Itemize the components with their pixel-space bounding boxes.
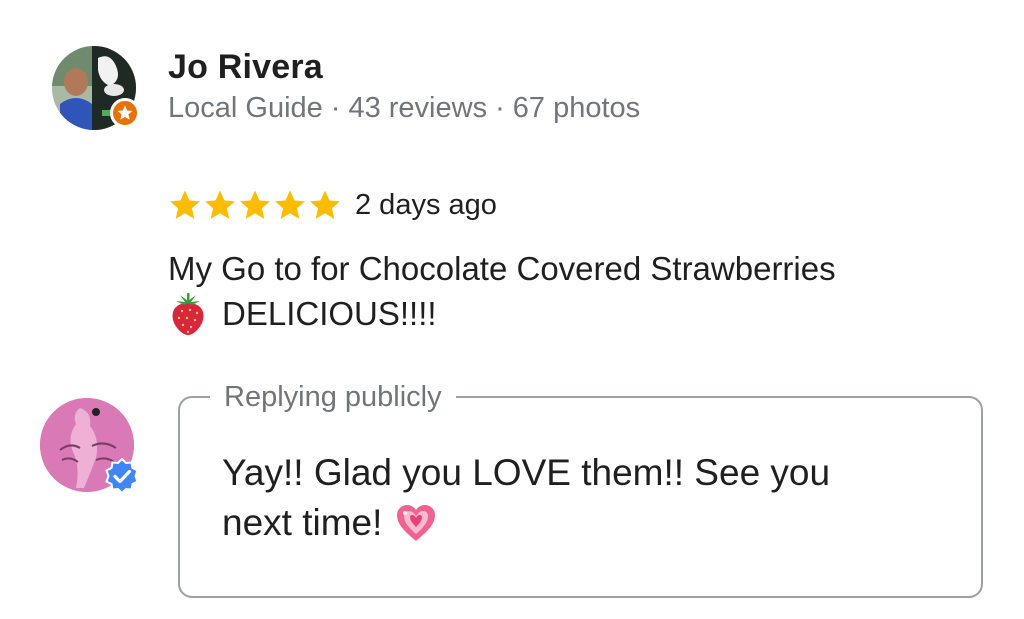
star-icon xyxy=(170,190,200,219)
verified-check-icon xyxy=(104,457,140,495)
star-icon xyxy=(205,190,235,219)
star-icon xyxy=(275,190,305,219)
review-count: 43 reviews xyxy=(348,92,488,124)
reply-text-line: Yay!! Glad you LOVE them!! See you xyxy=(222,452,831,493)
owner-reply-text: Yay!! Glad you LOVE them!! See you next … xyxy=(222,448,962,548)
local-guide-label: Local Guide xyxy=(168,92,323,124)
star-icon xyxy=(310,190,340,219)
rating-row: 2 days ago xyxy=(168,185,497,225)
reply-text-line: next time! xyxy=(222,502,383,543)
review-text-line: DELICIOUS!!!! xyxy=(222,295,437,332)
reviewer-meta: Local Guide · 43 reviews · 67 photos xyxy=(168,92,640,125)
local-guide-star-icon xyxy=(110,98,140,128)
reviewer-avatar[interactable] xyxy=(52,46,140,132)
review-text: My Go to for Chocolate Covered Strawberr… xyxy=(168,246,988,336)
meta-separator: · xyxy=(495,92,505,124)
review-text-line: My Go to for Chocolate Covered Strawberr… xyxy=(168,250,836,287)
star-icon xyxy=(240,190,270,219)
replying-publicly-label: Replying publicly xyxy=(210,380,456,414)
strawberry-icon xyxy=(168,291,208,335)
review-date: 2 days ago xyxy=(355,188,497,221)
sparkling-heart-icon xyxy=(394,501,438,545)
owner-reply-box: Replying publicly Yay!! Glad you LOVE th… xyxy=(178,380,983,598)
meta-separator: · xyxy=(330,92,341,124)
photo-count: 67 photos xyxy=(512,92,641,124)
reviewer-name[interactable]: Jo Rivera xyxy=(168,48,323,87)
star-rating xyxy=(168,188,343,222)
owner-avatar[interactable] xyxy=(40,398,140,498)
